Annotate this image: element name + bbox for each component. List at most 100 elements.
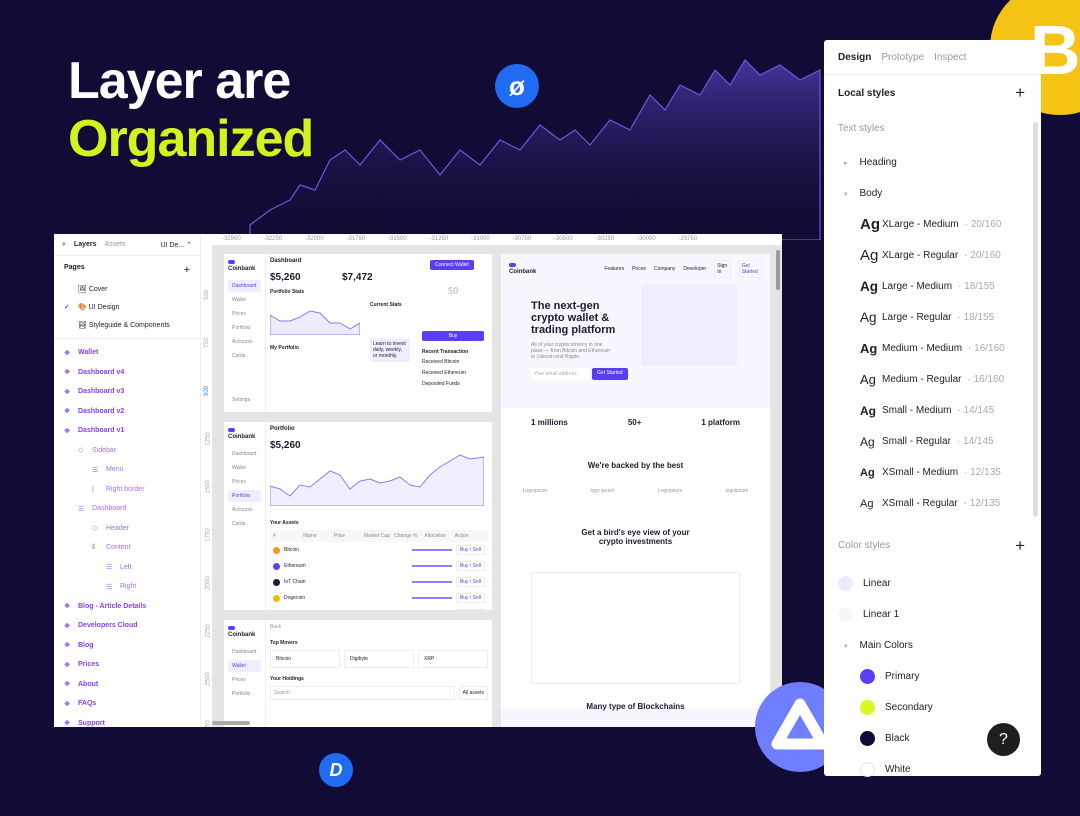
asset-row[interactable]: Dogecoin Buy / Sell: [270, 590, 488, 606]
add-page-icon[interactable]: +: [184, 264, 190, 276]
frame-portfolio[interactable]: Coinbank Dashboard Wallet Prices Portfol…: [224, 422, 492, 610]
asset-row[interactable]: DigibyteBuy / Sell: [270, 606, 488, 610]
nav-item[interactable]: Cards: [228, 350, 261, 362]
buy-sell-button[interactable]: Buy / Sell: [455, 561, 485, 571]
nav-link[interactable]: Developer: [683, 266, 706, 272]
layer-item[interactable]: ☰ Menu: [54, 460, 200, 480]
buy-sell-button[interactable]: Buy / Sell: [455, 593, 485, 603]
text-style-item[interactable]: Ag Medium - Medium · 16/160: [824, 333, 1041, 364]
text-style-item[interactable]: Ag Large - Regular · 18/155: [824, 302, 1041, 333]
layer-item[interactable]: ❖ Dashboard v3: [54, 382, 200, 402]
nav-item[interactable]: Wallet: [228, 660, 261, 672]
layer-item[interactable]: ☰ Right: [54, 577, 200, 597]
layer-item[interactable]: ❖ Blog: [54, 636, 200, 656]
transaction-item[interactable]: Received Bitcoin: [422, 359, 484, 365]
group-body[interactable]: ▾ Body: [824, 178, 1041, 209]
text-style-item[interactable]: Ag Medium - Regular · 16/160: [824, 364, 1041, 395]
hero-get-started-button[interactable]: Get Started: [592, 368, 628, 380]
asset-row[interactable]: Ethereum Buy / Sell: [270, 558, 488, 574]
nav-item[interactable]: Prices: [228, 308, 261, 320]
page-item-styleguide[interactable]: 🏞 Styleguide & Components: [54, 316, 200, 334]
frame-wallet[interactable]: Coinbank Dashboard Wallet Prices Portfol…: [224, 620, 492, 727]
text-style-item[interactable]: Ag Large - Medium · 18/155: [824, 271, 1041, 302]
layer-item[interactable]: ◇ Sidebar: [54, 441, 200, 461]
color-style-item[interactable]: Linear 1: [824, 599, 1041, 630]
nav-item[interactable]: Portfolio: [228, 490, 261, 502]
get-started-button[interactable]: Get Started: [738, 260, 762, 278]
add-color-icon[interactable]: +: [1015, 536, 1025, 556]
layer-item[interactable]: ❖ Dashboard v2: [54, 402, 200, 422]
email-input[interactable]: Your email address: [531, 368, 589, 380]
group-main-colors[interactable]: ▾ Main Colors: [824, 630, 1041, 661]
asset-row[interactable]: Bitcoin Buy / Sell: [270, 542, 488, 558]
canvas-hscrollbar[interactable]: [212, 721, 250, 725]
nav-link[interactable]: Prices: [632, 266, 646, 272]
page-select[interactable]: UI De... ⌃: [160, 241, 192, 249]
tab-design[interactable]: Design: [838, 52, 871, 63]
tab-layers[interactable]: Layers: [74, 241, 97, 248]
text-style-item[interactable]: Ag XSmall - Medium · 12/135: [824, 457, 1041, 488]
frame-dashboard[interactable]: Coinbank Dashboard Wallet Prices Portfol…: [224, 254, 492, 412]
layer-item[interactable]: ❖ Dashboard v1: [54, 421, 200, 441]
nav-item[interactable]: Accounts: [228, 504, 261, 516]
sign-in-button[interactable]: Sign In: [714, 260, 731, 278]
nav-item[interactable]: Wallet: [228, 462, 261, 474]
layer-item[interactable]: ❖ Dashboard v4: [54, 363, 200, 383]
text-style-item[interactable]: Ag XLarge - Regular · 20/160: [824, 240, 1041, 271]
color-style-item[interactable]: Secondary: [824, 692, 1041, 723]
layer-item[interactable]: ❖ Support: [54, 714, 200, 727]
layer-item[interactable]: ❖ Developers Cloud: [54, 616, 200, 636]
text-style-item[interactable]: Ag Small - Regular · 14/145: [824, 426, 1041, 457]
mover-card[interactable]: XRP: [418, 650, 488, 668]
canvas-scrollbar[interactable]: [776, 250, 780, 290]
nav-item[interactable]: Portfolio: [228, 688, 261, 700]
buy-sell-button[interactable]: Buy / Sell: [455, 577, 485, 587]
nav-item[interactable]: Dashboard: [228, 280, 261, 292]
help-button[interactable]: ?: [987, 723, 1020, 756]
layer-item[interactable]: ☰ Dashboard: [54, 499, 200, 519]
frame-landing[interactable]: Coinbank Features Prices Company Develop…: [501, 254, 770, 727]
panel-scrollbar[interactable]: [1033, 122, 1038, 517]
buy-sell-button[interactable]: Buy / Sell: [455, 545, 485, 555]
tab-inspect[interactable]: Inspect: [934, 52, 966, 63]
nav-item[interactable]: Dashboard: [228, 646, 261, 658]
buy-button[interactable]: Buy: [422, 331, 484, 341]
tab-prototype[interactable]: Prototype: [881, 52, 924, 63]
color-style-item[interactable]: White: [824, 754, 1041, 785]
transaction-item[interactable]: Deposited Funds: [422, 381, 484, 387]
transaction-item[interactable]: Received Ethereum: [422, 370, 484, 376]
layer-item[interactable]: ☰ Left: [54, 558, 200, 578]
nav-settings[interactable]: Settings: [228, 394, 254, 406]
asset-filter[interactable]: All assets: [458, 686, 488, 700]
color-style-item[interactable]: Linear: [824, 568, 1041, 599]
nav-item[interactable]: Wallet: [228, 294, 261, 306]
buy-sell-button[interactable]: Buy / Sell: [455, 609, 485, 610]
color-style-item[interactable]: Primary: [824, 661, 1041, 692]
text-style-item[interactable]: Ag Small - Medium · 14/145: [824, 395, 1041, 426]
nav-item[interactable]: Cards: [228, 518, 261, 530]
holdings-search[interactable]: Search: [270, 686, 455, 700]
add-style-icon[interactable]: +: [1015, 83, 1025, 103]
mover-card[interactable]: Bitcoin: [270, 650, 340, 668]
layer-item[interactable]: ❖ About: [54, 675, 200, 695]
search-icon[interactable]: ⌕: [62, 241, 66, 249]
nav-link[interactable]: Company: [654, 266, 675, 272]
mover-card[interactable]: Digibyte: [344, 650, 414, 668]
asset-row[interactable]: IoT Chain Buy / Sell: [270, 574, 488, 590]
page-item-ui-design[interactable]: ✓ 🎨 UI Design: [54, 298, 200, 316]
text-style-item[interactable]: Ag XSmall - Regular · 12/135: [824, 488, 1041, 519]
layer-item[interactable]: ⦀ Content: [54, 538, 200, 558]
nav-item[interactable]: Portfolio: [228, 322, 261, 334]
nav-item[interactable]: Dashboard: [228, 448, 261, 460]
connect-wallet-button[interactable]: Connect Wallet: [430, 260, 474, 270]
nav-item[interactable]: Prices: [228, 476, 261, 488]
group-heading[interactable]: ▸ Heading: [824, 147, 1041, 178]
text-style-item[interactable]: Ag XLarge - Medium · 20/160: [824, 209, 1041, 240]
nav-item[interactable]: Prices: [228, 674, 261, 686]
layer-item[interactable]: ❖ Wallet: [54, 343, 200, 363]
layer-item[interactable]: ◇ Header: [54, 519, 200, 539]
layer-item[interactable]: ❖ FAQs: [54, 694, 200, 714]
nav-item[interactable]: Accounts: [228, 336, 261, 348]
page-item-cover[interactable]: 🖼 Cover: [54, 280, 200, 298]
learn-card[interactable]: Learn to invest daily, weekly, or monthl…: [370, 338, 410, 362]
